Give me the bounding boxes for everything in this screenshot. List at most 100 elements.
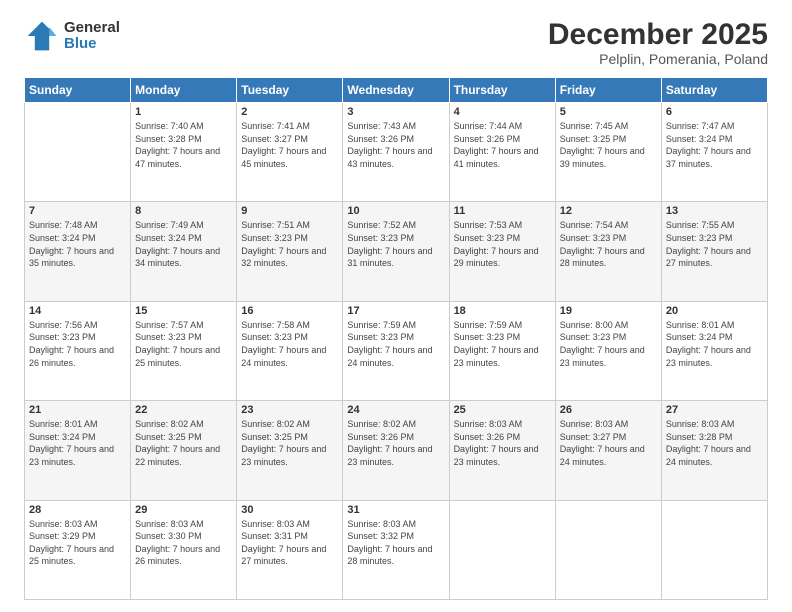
calendar-cell: 3 Sunrise: 7:43 AMSunset: 3:26 PMDayligh…: [343, 103, 449, 202]
calendar-cell: 21 Sunrise: 8:01 AMSunset: 3:24 PMDaylig…: [25, 401, 131, 500]
day-number: 20: [666, 305, 763, 317]
header-tuesday: Tuesday: [237, 78, 343, 103]
day-info: Sunrise: 7:57 AMSunset: 3:23 PMDaylight:…: [135, 320, 220, 368]
day-number: 25: [454, 404, 551, 416]
calendar-cell: 6 Sunrise: 7:47 AMSunset: 3:24 PMDayligh…: [661, 103, 767, 202]
logo-icon: [24, 18, 60, 54]
day-info: Sunrise: 7:55 AMSunset: 3:23 PMDaylight:…: [666, 220, 751, 268]
calendar-cell: 1 Sunrise: 7:40 AMSunset: 3:28 PMDayligh…: [131, 103, 237, 202]
calendar-cell: 25 Sunrise: 8:03 AMSunset: 3:26 PMDaylig…: [449, 401, 555, 500]
logo: General Blue: [24, 18, 120, 54]
header: General Blue December 2025 Pelplin, Pome…: [24, 18, 768, 67]
calendar-cell: 7 Sunrise: 7:48 AMSunset: 3:24 PMDayligh…: [25, 202, 131, 301]
logo-text: General Blue: [64, 20, 120, 53]
day-number: 9: [241, 205, 338, 217]
day-info: Sunrise: 8:02 AMSunset: 3:25 PMDaylight:…: [241, 419, 326, 467]
calendar-cell: 14 Sunrise: 7:56 AMSunset: 3:23 PMDaylig…: [25, 301, 131, 400]
calendar-cell: [449, 500, 555, 599]
day-number: 1: [135, 106, 232, 118]
day-info: Sunrise: 8:01 AMSunset: 3:24 PMDaylight:…: [666, 320, 751, 368]
day-info: Sunrise: 7:41 AMSunset: 3:27 PMDaylight:…: [241, 121, 326, 169]
day-info: Sunrise: 7:59 AMSunset: 3:23 PMDaylight:…: [454, 320, 539, 368]
calendar-cell: 20 Sunrise: 8:01 AMSunset: 3:24 PMDaylig…: [661, 301, 767, 400]
day-info: Sunrise: 8:03 AMSunset: 3:31 PMDaylight:…: [241, 519, 326, 567]
day-number: 13: [666, 205, 763, 217]
week-row-0: 1 Sunrise: 7:40 AMSunset: 3:28 PMDayligh…: [25, 103, 768, 202]
calendar-cell: 12 Sunrise: 7:54 AMSunset: 3:23 PMDaylig…: [555, 202, 661, 301]
day-info: Sunrise: 7:47 AMSunset: 3:24 PMDaylight:…: [666, 121, 751, 169]
main-title: December 2025: [548, 18, 768, 51]
day-info: Sunrise: 7:43 AMSunset: 3:26 PMDaylight:…: [347, 121, 432, 169]
day-info: Sunrise: 7:48 AMSunset: 3:24 PMDaylight:…: [29, 220, 114, 268]
calendar-cell: 22 Sunrise: 8:02 AMSunset: 3:25 PMDaylig…: [131, 401, 237, 500]
calendar-cell: 9 Sunrise: 7:51 AMSunset: 3:23 PMDayligh…: [237, 202, 343, 301]
day-info: Sunrise: 8:02 AMSunset: 3:25 PMDaylight:…: [135, 419, 220, 467]
week-row-2: 14 Sunrise: 7:56 AMSunset: 3:23 PMDaylig…: [25, 301, 768, 400]
sub-title: Pelplin, Pomerania, Poland: [548, 51, 768, 67]
calendar-cell: [25, 103, 131, 202]
day-number: 27: [666, 404, 763, 416]
day-info: Sunrise: 7:40 AMSunset: 3:28 PMDaylight:…: [135, 121, 220, 169]
calendar-cell: 16 Sunrise: 7:58 AMSunset: 3:23 PMDaylig…: [237, 301, 343, 400]
calendar-cell: 27 Sunrise: 8:03 AMSunset: 3:28 PMDaylig…: [661, 401, 767, 500]
day-number: 24: [347, 404, 444, 416]
header-thursday: Thursday: [449, 78, 555, 103]
day-info: Sunrise: 7:49 AMSunset: 3:24 PMDaylight:…: [135, 220, 220, 268]
day-info: Sunrise: 8:01 AMSunset: 3:24 PMDaylight:…: [29, 419, 114, 467]
header-saturday: Saturday: [661, 78, 767, 103]
header-wednesday: Wednesday: [343, 78, 449, 103]
calendar-cell: 5 Sunrise: 7:45 AMSunset: 3:25 PMDayligh…: [555, 103, 661, 202]
day-number: 15: [135, 305, 232, 317]
calendar-cell: 31 Sunrise: 8:03 AMSunset: 3:32 PMDaylig…: [343, 500, 449, 599]
day-info: Sunrise: 7:51 AMSunset: 3:23 PMDaylight:…: [241, 220, 326, 268]
week-row-1: 7 Sunrise: 7:48 AMSunset: 3:24 PMDayligh…: [25, 202, 768, 301]
calendar-cell: 26 Sunrise: 8:03 AMSunset: 3:27 PMDaylig…: [555, 401, 661, 500]
day-number: 30: [241, 504, 338, 516]
day-number: 11: [454, 205, 551, 217]
calendar-cell: 17 Sunrise: 7:59 AMSunset: 3:23 PMDaylig…: [343, 301, 449, 400]
day-number: 17: [347, 305, 444, 317]
day-number: 8: [135, 205, 232, 217]
day-info: Sunrise: 8:03 AMSunset: 3:27 PMDaylight:…: [560, 419, 645, 467]
day-number: 10: [347, 205, 444, 217]
week-row-3: 21 Sunrise: 8:01 AMSunset: 3:24 PMDaylig…: [25, 401, 768, 500]
day-number: 19: [560, 305, 657, 317]
day-info: Sunrise: 7:54 AMSunset: 3:23 PMDaylight:…: [560, 220, 645, 268]
day-number: 7: [29, 205, 126, 217]
day-number: 16: [241, 305, 338, 317]
calendar-cell: 8 Sunrise: 7:49 AMSunset: 3:24 PMDayligh…: [131, 202, 237, 301]
day-number: 2: [241, 106, 338, 118]
day-number: 5: [560, 106, 657, 118]
day-info: Sunrise: 7:59 AMSunset: 3:23 PMDaylight:…: [347, 320, 432, 368]
day-number: 4: [454, 106, 551, 118]
week-row-4: 28 Sunrise: 8:03 AMSunset: 3:29 PMDaylig…: [25, 500, 768, 599]
day-number: 31: [347, 504, 444, 516]
calendar-cell: 10 Sunrise: 7:52 AMSunset: 3:23 PMDaylig…: [343, 202, 449, 301]
day-info: Sunrise: 8:03 AMSunset: 3:32 PMDaylight:…: [347, 519, 432, 567]
day-info: Sunrise: 8:03 AMSunset: 3:30 PMDaylight:…: [135, 519, 220, 567]
logo-blue-label: Blue: [64, 36, 120, 53]
calendar-cell: 23 Sunrise: 8:02 AMSunset: 3:25 PMDaylig…: [237, 401, 343, 500]
day-number: 3: [347, 106, 444, 118]
day-info: Sunrise: 8:03 AMSunset: 3:28 PMDaylight:…: [666, 419, 751, 467]
day-info: Sunrise: 8:00 AMSunset: 3:23 PMDaylight:…: [560, 320, 645, 368]
header-sunday: Sunday: [25, 78, 131, 103]
day-info: Sunrise: 7:58 AMSunset: 3:23 PMDaylight:…: [241, 320, 326, 368]
header-friday: Friday: [555, 78, 661, 103]
day-info: Sunrise: 7:45 AMSunset: 3:25 PMDaylight:…: [560, 121, 645, 169]
day-number: 14: [29, 305, 126, 317]
day-number: 12: [560, 205, 657, 217]
day-number: 22: [135, 404, 232, 416]
day-number: 21: [29, 404, 126, 416]
calendar-cell: [555, 500, 661, 599]
title-block: December 2025 Pelplin, Pomerania, Poland: [548, 18, 768, 67]
calendar-table: Sunday Monday Tuesday Wednesday Thursday…: [24, 77, 768, 600]
day-number: 26: [560, 404, 657, 416]
day-info: Sunrise: 7:44 AMSunset: 3:26 PMDaylight:…: [454, 121, 539, 169]
day-info: Sunrise: 7:52 AMSunset: 3:23 PMDaylight:…: [347, 220, 432, 268]
day-info: Sunrise: 7:56 AMSunset: 3:23 PMDaylight:…: [29, 320, 114, 368]
page: General Blue December 2025 Pelplin, Pome…: [0, 0, 792, 612]
day-number: 18: [454, 305, 551, 317]
weekday-header-row: Sunday Monday Tuesday Wednesday Thursday…: [25, 78, 768, 103]
day-number: 23: [241, 404, 338, 416]
